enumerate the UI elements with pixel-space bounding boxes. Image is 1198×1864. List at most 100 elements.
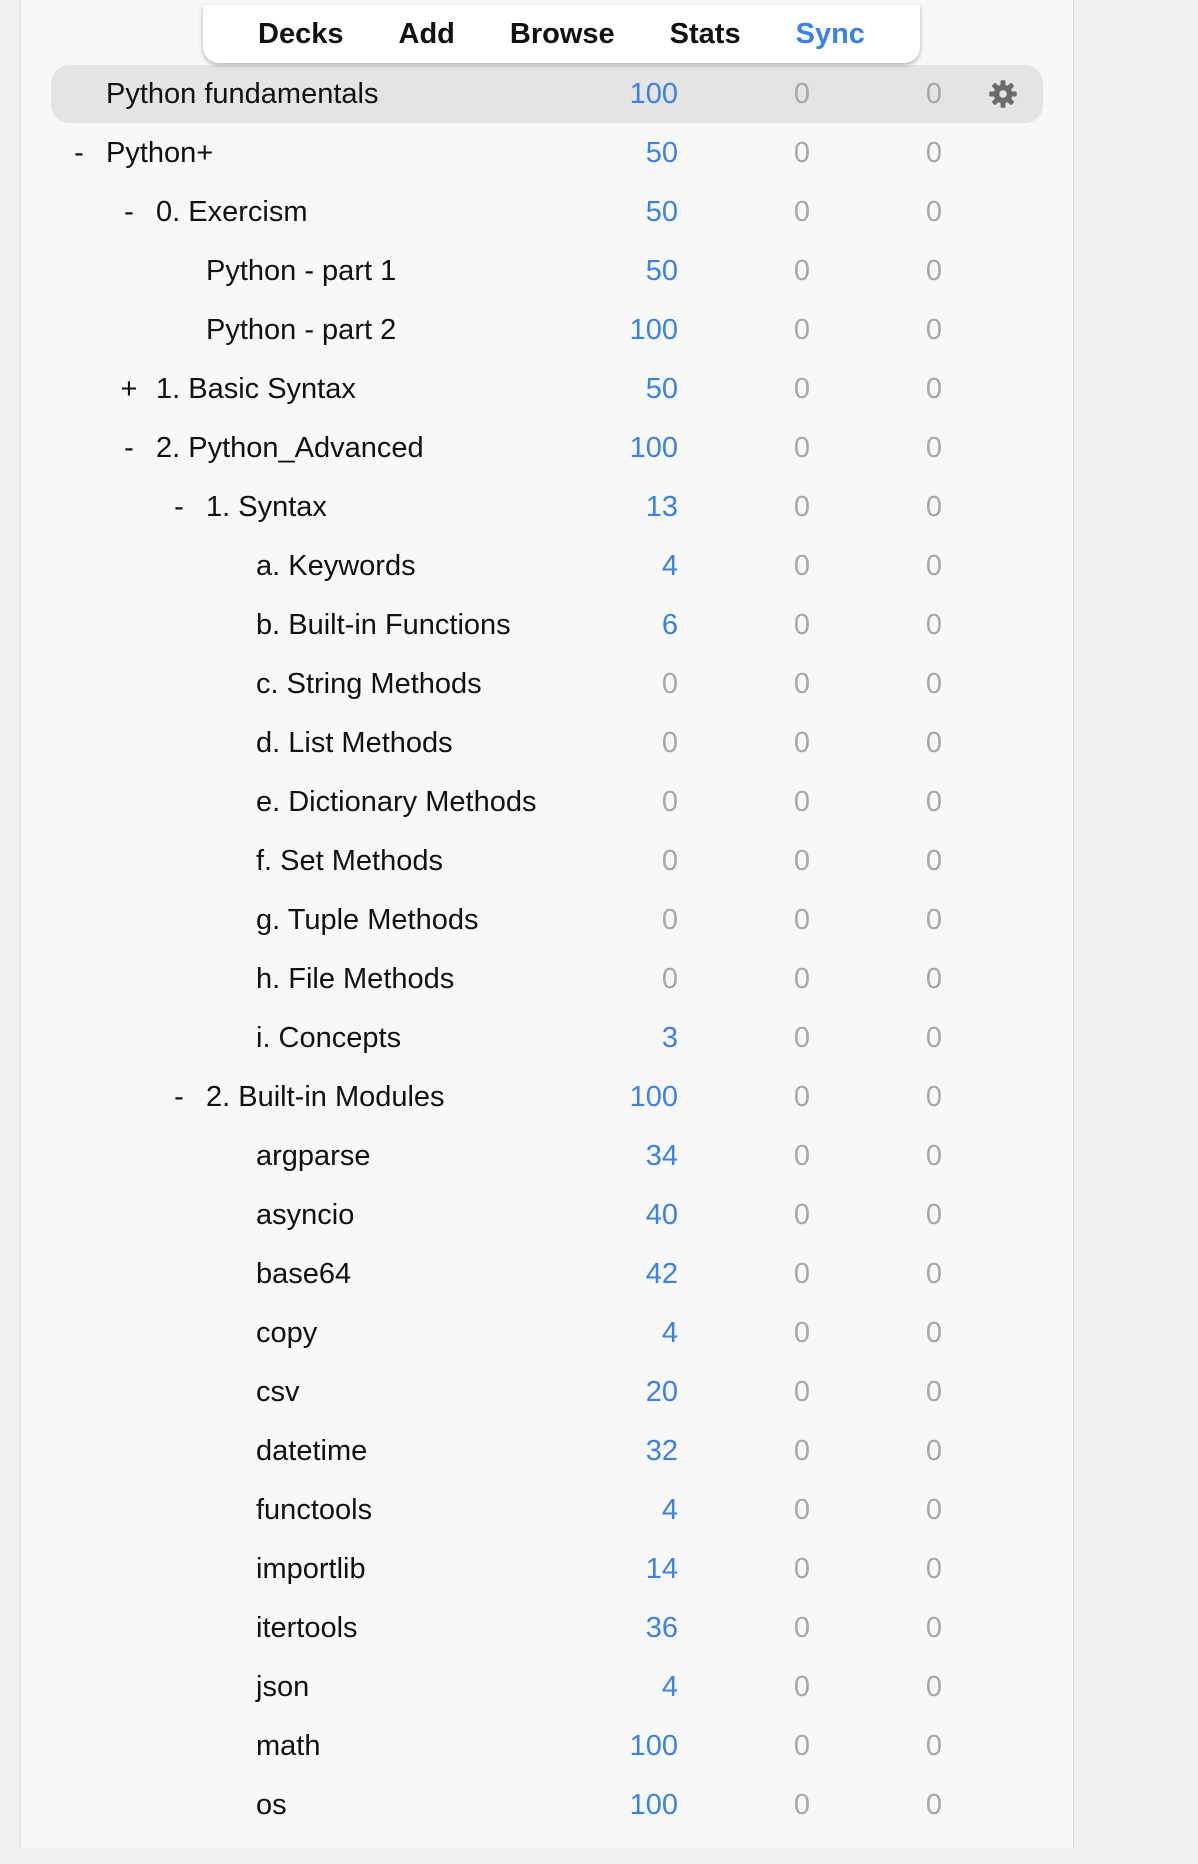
learn-count: 0 [793, 255, 810, 287]
deck-row[interactable]: -2. Python_Advanced 100 0 0 [0, 419, 1198, 478]
deck-row[interactable]: asyncio 40 0 0 [0, 1186, 1198, 1245]
deck-name[interactable]: 1. Syntax [206, 478, 327, 537]
deck-row[interactable]: f. Set Methods 0 0 0 [0, 832, 1198, 891]
deck-name[interactable]: b. Built-in Functions [256, 596, 511, 655]
deck-row[interactable]: - Python+ 50 0 0 [0, 124, 1198, 183]
deck-row[interactable]: datetime 32 0 0 [0, 1422, 1198, 1481]
due-count: 0 [925, 904, 942, 936]
sync-button[interactable]: Sync [796, 5, 865, 63]
deck-name[interactable]: Python fundamentals [106, 65, 378, 124]
learn-count: 0 [793, 137, 810, 169]
deck-name[interactable]: math [256, 1717, 320, 1776]
stats-button[interactable]: Stats [670, 5, 741, 63]
deck-name[interactable]: 1. Basic Syntax [156, 360, 356, 419]
decks-button[interactable]: Decks [258, 5, 343, 63]
new-count: 100 [629, 314, 678, 346]
deck-row[interactable]: Python - part 2 100 0 0 [0, 301, 1198, 360]
new-count: 32 [645, 1435, 678, 1467]
add-button[interactable]: Add [399, 5, 455, 63]
deck-name[interactable]: 0. Exercism [156, 183, 307, 242]
deck-name[interactable]: Python - part 2 [206, 301, 396, 360]
new-count: 13 [645, 491, 678, 523]
deck-name[interactable]: os [256, 1776, 287, 1835]
deck-name[interactable]: asyncio [256, 1186, 354, 1245]
deck-row[interactable]: a. Keywords 4 0 0 [0, 537, 1198, 596]
deck-name[interactable]: 2. Python_Advanced [156, 419, 424, 478]
deck-row[interactable]: itertools 36 0 0 [0, 1599, 1198, 1658]
deck-name[interactable]: functools [256, 1481, 372, 1540]
due-count: 0 [925, 1022, 942, 1054]
due-count: 0 [925, 1494, 942, 1526]
deck-name[interactable]: h. File Methods [256, 950, 454, 1009]
learn-count: 0 [793, 314, 810, 346]
due-count: 0 [925, 668, 942, 700]
deck-row[interactable]: argparse 34 0 0 [0, 1127, 1198, 1186]
deck-row[interactable]: importlib 14 0 0 [0, 1540, 1198, 1599]
deck-name[interactable]: itertools [256, 1599, 358, 1658]
collapse-toggle[interactable]: - [168, 1068, 190, 1127]
learn-count: 0 [793, 668, 810, 700]
new-count: 0 [661, 668, 678, 700]
deck-row[interactable]: g. Tuple Methods 0 0 0 [0, 891, 1198, 950]
deck-name[interactable]: f. Set Methods [256, 832, 443, 891]
deck-row[interactable]: -1. Syntax 13 0 0 [0, 478, 1198, 537]
deck-row[interactable]: csv 20 0 0 [0, 1363, 1198, 1422]
deck-row[interactable]: json 4 0 0 [0, 1658, 1198, 1717]
deck-name[interactable]: Python - part 1 [206, 242, 396, 301]
deck-name[interactable]: datetime [256, 1422, 367, 1481]
due-count: 0 [925, 845, 942, 877]
deck-row[interactable]: +1. Basic Syntax 50 0 0 [0, 360, 1198, 419]
expand-toggle[interactable]: + [118, 360, 140, 419]
deck-name[interactable]: c. String Methods [256, 655, 482, 714]
deck-name[interactable]: e. Dictionary Methods [256, 773, 536, 832]
learn-count: 0 [793, 491, 810, 523]
deck-name[interactable]: d. List Methods [256, 714, 453, 773]
new-count: 4 [661, 1494, 678, 1526]
deck-row[interactable]: Python - part 1 50 0 0 [0, 242, 1198, 301]
deck-name[interactable]: importlib [256, 1540, 366, 1599]
new-count: 36 [645, 1612, 678, 1644]
new-count: 3 [661, 1022, 678, 1054]
collapse-toggle[interactable]: - [118, 419, 140, 478]
deck-name[interactable]: 2. Built-in Modules [206, 1068, 445, 1127]
deck-name[interactable]: g. Tuple Methods [256, 891, 478, 950]
deck-row[interactable]: base64 42 0 0 [0, 1245, 1198, 1304]
deck-row[interactable]: math 100 0 0 [0, 1717, 1198, 1776]
learn-count: 0 [793, 1553, 810, 1585]
due-count: 0 [925, 550, 942, 582]
learn-count: 0 [793, 1671, 810, 1703]
deck-row[interactable]: -2. Built-in Modules 100 0 0 [0, 1068, 1198, 1127]
deck-row[interactable]: functools 4 0 0 [0, 1481, 1198, 1540]
deck-row[interactable]: Python fundamentals 100 0 0 [0, 65, 1198, 124]
deck-name[interactable]: base64 [256, 1245, 351, 1304]
deck-name[interactable]: json [256, 1658, 309, 1717]
new-count: 42 [645, 1258, 678, 1290]
new-count: 0 [661, 845, 678, 877]
learn-count: 0 [793, 196, 810, 228]
collapse-toggle[interactable]: - [168, 478, 190, 537]
deck-name[interactable]: i. Concepts [256, 1009, 401, 1068]
deck-row[interactable]: os 100 0 0 [0, 1776, 1198, 1835]
gear-icon[interactable] [988, 79, 1018, 109]
deck-row[interactable]: copy 4 0 0 [0, 1304, 1198, 1363]
deck-name[interactable]: a. Keywords [256, 537, 416, 596]
deck-row[interactable]: -0. Exercism 50 0 0 [0, 183, 1198, 242]
deck-row[interactable]: e. Dictionary Methods 0 0 0 [0, 773, 1198, 832]
deck-row[interactable]: b. Built-in Functions 6 0 0 [0, 596, 1198, 655]
due-count: 0 [925, 1435, 942, 1467]
deck-name[interactable]: copy [256, 1304, 317, 1363]
deck-name[interactable]: csv [256, 1363, 300, 1422]
deck-row[interactable]: h. File Methods 0 0 0 [0, 950, 1198, 1009]
deck-name[interactable]: Python+ [106, 124, 213, 183]
collapse-toggle[interactable]: - [118, 183, 140, 242]
learn-count: 0 [793, 845, 810, 877]
browse-button[interactable]: Browse [510, 5, 615, 63]
due-count: 0 [925, 255, 942, 287]
deck-row[interactable]: i. Concepts 3 0 0 [0, 1009, 1198, 1068]
new-count: 50 [645, 255, 678, 287]
new-count: 4 [661, 1671, 678, 1703]
deck-row[interactable]: c. String Methods 0 0 0 [0, 655, 1198, 714]
deck-row[interactable]: d. List Methods 0 0 0 [0, 714, 1198, 773]
collapse-toggle[interactable]: - [68, 124, 90, 183]
deck-name[interactable]: argparse [256, 1127, 370, 1186]
